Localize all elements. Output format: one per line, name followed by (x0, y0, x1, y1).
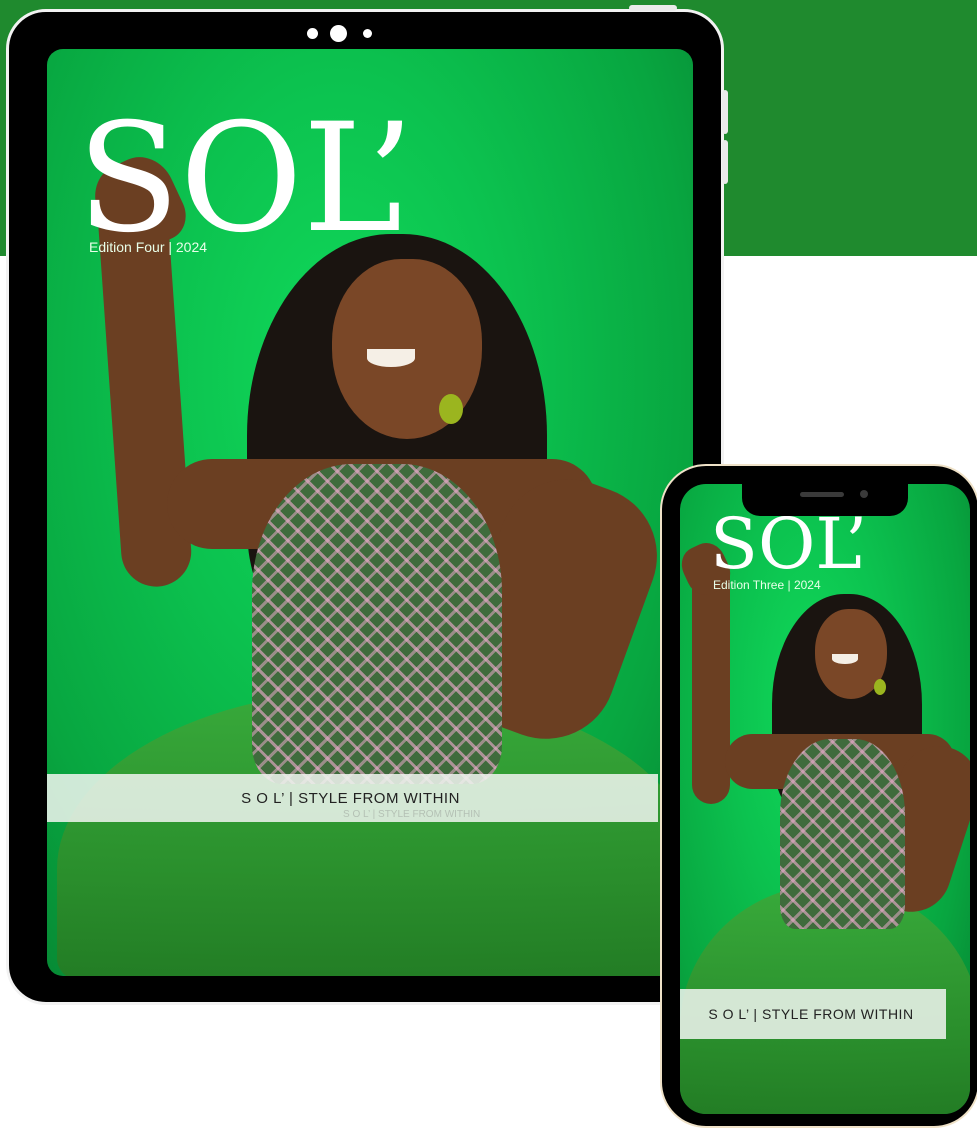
earring (874, 679, 886, 695)
tablet-side-button (722, 90, 728, 134)
smile (832, 654, 858, 664)
phone-magazine-cover[interactable]: SOL’ Edition Three | 2024 S O L’ | STYLE… (680, 484, 970, 1114)
phone-device: SOL’ Edition Three | 2024 S O L’ | STYLE… (660, 464, 977, 1128)
camera-lens-icon (330, 25, 347, 42)
camera-dot-icon (307, 28, 318, 39)
patterned-top (252, 464, 502, 784)
phone-notch (742, 476, 908, 516)
edition-label: Edition Four | 2024 (89, 239, 208, 255)
cover-tagline-ghost: S O L’ | STYLE FROM WITHIN (343, 809, 481, 820)
smile (367, 349, 415, 367)
patterned-top (780, 739, 905, 929)
tablet-top-button (629, 5, 677, 11)
camera-sensor-icon (363, 29, 372, 38)
magazine-masthead: SOL’ (77, 92, 415, 266)
earring (439, 394, 463, 424)
magazine-masthead: SOL’ (710, 503, 868, 585)
tablet-camera-array (307, 25, 377, 42)
front-camera-icon (860, 490, 868, 498)
cover-tagline-banner: S O L’ | STYLE FROM WITHIN (680, 989, 946, 1039)
speaker-icon (800, 492, 844, 497)
edition-label: Edition Three | 2024 (713, 578, 821, 592)
tablet-side-button (722, 140, 728, 184)
tablet-magazine-cover[interactable]: SOL’ Edition Four | 2024 S O L’ | STYLE … (47, 49, 693, 976)
tablet-device: SOL’ Edition Four | 2024 S O L’ | STYLE … (6, 5, 728, 1005)
